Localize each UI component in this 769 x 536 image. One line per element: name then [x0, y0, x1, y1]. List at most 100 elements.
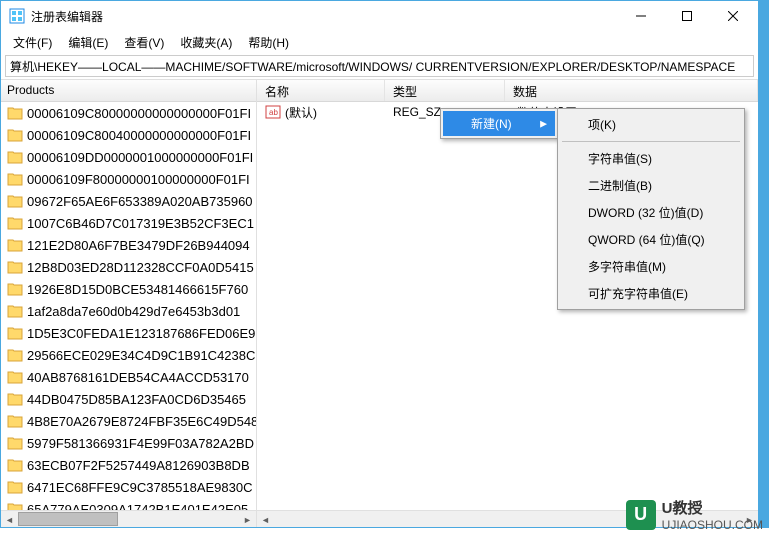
close-button[interactable]: [710, 1, 756, 31]
folder-icon: [7, 194, 23, 208]
value-name-cell: ab (默认): [257, 103, 385, 122]
tree-item[interactable]: 1af2a8da7e60d0b429d7e6453b3d01: [1, 300, 256, 322]
folder-icon: [7, 480, 23, 494]
folder-icon: [7, 326, 23, 340]
tree-item[interactable]: 4B8E70A2679E8724FBF35E6C49D548: [1, 410, 256, 432]
folder-icon: [7, 238, 23, 252]
tree-item-label: 40AB8768161DEB54CA4ACCD53170: [27, 370, 249, 385]
menu-view[interactable]: 查看(V): [116, 32, 172, 53]
tree-panel: Products 00006109C80000000000000000F01FI…: [1, 80, 257, 527]
folder-icon: [7, 502, 23, 510]
ctx-new-key[interactable]: 项(K): [560, 111, 742, 138]
col-data[interactable]: 数据: [505, 80, 758, 101]
tree-item[interactable]: 40AB8768161DEB54CA4ACCD53170: [1, 366, 256, 388]
window-controls: [618, 1, 756, 31]
folder-icon: [7, 458, 23, 472]
col-type[interactable]: 类型: [385, 80, 505, 101]
folder-icon: [7, 304, 23, 318]
tree-item[interactable]: 00006109F80000000100000000F01FI: [1, 168, 256, 190]
tree-item[interactable]: 00006109C80000000000000000F01FI: [1, 102, 256, 124]
tree-item[interactable]: 63ECB07F2F5257449A8126903B8DB: [1, 454, 256, 476]
tree-item-label: 5979F581366931F4E99F03A782A2BD: [27, 436, 254, 451]
watermark-url: UJIAOSHOU.COM: [662, 518, 763, 532]
tree-item[interactable]: 00006109DD0000001000000000F01FI: [1, 146, 256, 168]
tree-item-label: 00006109C80000000000000000F01FI: [27, 106, 251, 121]
ctx-new-expandstring[interactable]: 可扩充字符串值(E): [560, 280, 742, 307]
col-name[interactable]: 名称: [257, 80, 385, 101]
titlebar: 注册表编辑器: [1, 1, 758, 31]
window-border-right: [759, 0, 769, 528]
ctx-new-qword[interactable]: QWORD (64 位)值(Q): [560, 226, 742, 253]
menu-file[interactable]: 文件(F): [5, 32, 60, 53]
tree-item-label: 12B8D03ED28D112328CCF0A0D5415: [27, 260, 254, 275]
tree-item-label: 1af2a8da7e60d0b429d7e6453b3d01: [27, 304, 240, 319]
address-bar[interactable]: 算机\HEKEY——LOCAL——MACHIME/SOFTWARE/micros…: [5, 55, 754, 77]
context-menu: 新建(N) ▶: [440, 108, 558, 139]
tree-item-label: 44DB0475D85BA123FA0CD6D35465: [27, 392, 246, 407]
folder-icon: [7, 348, 23, 362]
tree-item[interactable]: 00006109C80040000000000000F01FI: [1, 124, 256, 146]
tree-item-label: 09672F65AE6F653389A020AB735960: [27, 194, 253, 209]
folder-icon: [7, 260, 23, 274]
tree-item[interactable]: 44DB0475D85BA123FA0CD6D35465: [1, 388, 256, 410]
folder-icon: [7, 392, 23, 406]
tree-item-label: 65A779AE0309A1742B1E401E42E05: [27, 502, 248, 511]
tree-item[interactable]: 65A779AE0309A1742B1E401E42E05: [1, 498, 256, 510]
string-value-icon: ab: [265, 104, 281, 120]
folder-icon: [7, 150, 23, 164]
value-name: (默认): [285, 104, 317, 121]
context-submenu-new: 项(K) 字符串值(S) 二进制值(B) DWORD (32 位)值(D) QW…: [557, 108, 745, 310]
tree-item-label: 121E2D80A6F7BE3479DF26B944094: [27, 238, 250, 253]
folder-icon: [7, 128, 23, 142]
tree-item-label: 00006109C80040000000000000F01FI: [27, 128, 251, 143]
tree-item[interactable]: 6471EC68FFE9C9C3785518AE9830C: [1, 476, 256, 498]
tree-header[interactable]: Products: [1, 80, 256, 102]
tree-item[interactable]: 1007C6B46D7C017319E3B52CF3EC1: [1, 212, 256, 234]
tree-item[interactable]: 5979F581366931F4E99F03A782A2BD: [1, 432, 256, 454]
tree-item[interactable]: 1926E8D15D0BCE53481466615F760: [1, 278, 256, 300]
menubar: 文件(F) 编辑(E) 查看(V) 收藏夹(A) 帮助(H): [1, 31, 758, 53]
tree-item-label: 1926E8D15D0BCE53481466615F760: [27, 282, 248, 297]
menu-favorites[interactable]: 收藏夹(A): [172, 32, 240, 53]
menu-help[interactable]: 帮助(H): [240, 32, 297, 53]
ctx-new-label: 新建(N): [471, 117, 512, 131]
folder-icon: [7, 414, 23, 428]
window-title: 注册表编辑器: [31, 8, 618, 25]
folder-icon: [7, 172, 23, 186]
folder-icon: [7, 370, 23, 384]
watermark-text-block: U教授 UJIAOSHOU.COM: [662, 497, 763, 532]
tree-item-label: 63ECB07F2F5257449A8126903B8DB: [27, 458, 250, 473]
tree-item[interactable]: 09672F65AE6F653389A020AB735960: [1, 190, 256, 212]
submenu-arrow-icon: ▶: [540, 118, 547, 129]
watermark: U U教授 UJIAOSHOU.COM: [626, 497, 763, 532]
watermark-badge: U: [626, 500, 656, 530]
ctx-new-binary[interactable]: 二进制值(B): [560, 172, 742, 199]
maximize-button[interactable]: [664, 1, 710, 31]
registry-tree[interactable]: 00006109C80000000000000000F01FI 00006109C…: [1, 102, 256, 510]
tree-item-label: 1D5E3C0FEDA1E123187686FED06E9: [27, 326, 255, 341]
folder-icon: [7, 436, 23, 450]
tree-item[interactable]: 12B8D03ED28D112328CCF0A0D5415: [1, 256, 256, 278]
tree-item[interactable]: 121E2D80A6F7BE3479DF26B944094: [1, 234, 256, 256]
watermark-brand: U教授: [662, 497, 763, 518]
address-path: 算机\HEKEY——LOCAL——MACHIME/SOFTWARE/micros…: [10, 60, 735, 74]
ctx-new-dword[interactable]: DWORD (32 位)值(D): [560, 199, 742, 226]
app-icon: [9, 8, 25, 24]
tree-item-label: 00006109F80000000100000000F01FI: [27, 172, 250, 187]
list-header: 名称 类型 数据: [257, 80, 758, 102]
menu-edit[interactable]: 编辑(E): [60, 32, 116, 53]
folder-icon: [7, 106, 23, 120]
minimize-button[interactable]: [618, 1, 664, 31]
tree-item[interactable]: 29566ECE029E34C4D9C1B91C4238C: [1, 344, 256, 366]
tree-item-label: 00006109DD0000001000000000F01FI: [27, 150, 253, 165]
ctx-new[interactable]: 新建(N) ▶: [443, 111, 555, 136]
tree-item-label: 29566ECE029E34C4D9C1B91C4238C: [27, 348, 255, 363]
tree-item-label: 4B8E70A2679E8724FBF35E6C49D548: [27, 414, 256, 429]
left-scrollbar-horizontal[interactable]: ◄ ►: [1, 510, 256, 527]
folder-icon: [7, 282, 23, 296]
tree-item[interactable]: 1D5E3C0FEDA1E123187686FED06E9: [1, 322, 256, 344]
folder-icon: [7, 216, 23, 230]
ctx-new-string[interactable]: 字符串值(S): [560, 145, 742, 172]
ctx-new-multistring[interactable]: 多字符串值(M): [560, 253, 742, 280]
svg-text:ab: ab: [269, 108, 278, 117]
